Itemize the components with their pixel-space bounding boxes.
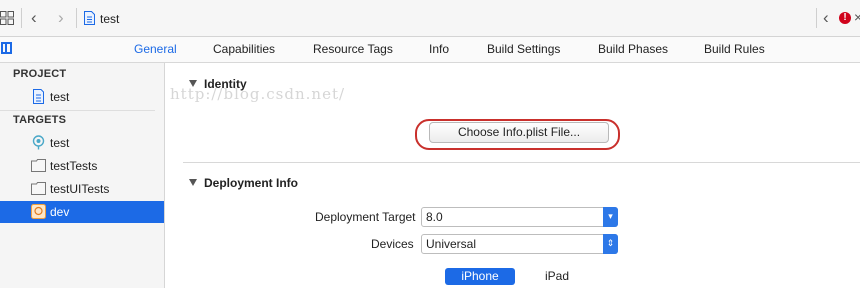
deployment-target-value: 8.0 bbox=[426, 210, 443, 224]
project-navigator: PROJECT test TARGETS test testTests test… bbox=[0, 63, 165, 288]
devices-value: Universal bbox=[426, 237, 477, 251]
sidebar-item-label: testTests bbox=[50, 159, 98, 173]
toolbar-divider bbox=[816, 8, 817, 28]
sidebar-divider bbox=[0, 110, 155, 111]
toolbar-divider bbox=[76, 8, 77, 28]
tab-info[interactable]: Info bbox=[429, 42, 449, 56]
folder-icon bbox=[31, 159, 46, 172]
chevron-left-icon[interactable]: ‹ bbox=[31, 9, 37, 27]
toolbar-divider bbox=[21, 8, 22, 28]
sidebar-item-label: dev bbox=[50, 205, 70, 219]
deployment-target-combo[interactable]: 8.0 ▾ bbox=[421, 207, 618, 227]
deployment-target-label: Deployment Target bbox=[315, 210, 416, 224]
related-back-chevron-icon[interactable]: ‹ bbox=[823, 9, 829, 27]
deployment-section-title: Deployment Info bbox=[204, 176, 299, 190]
tab-resource-tags[interactable]: Resource Tags bbox=[313, 42, 393, 56]
chevron-right-icon[interactable]: › bbox=[58, 9, 64, 27]
app-target-icon bbox=[32, 135, 45, 150]
sidebar-item-label: test bbox=[50, 136, 70, 150]
sidebar-item-target-test[interactable]: test bbox=[0, 132, 164, 154]
segment-iphone[interactable]: iPhone bbox=[445, 268, 515, 285]
error-icon[interactable]: ! bbox=[839, 12, 851, 24]
close-icon[interactable]: × bbox=[854, 9, 860, 25]
sidebar-item-label: test bbox=[50, 90, 70, 104]
project-file-icon bbox=[33, 89, 44, 104]
devices-select[interactable]: Universal ⇕ bbox=[421, 234, 618, 254]
project-section-header: PROJECT bbox=[13, 68, 67, 80]
sidebar-item-project-test[interactable]: test bbox=[0, 86, 164, 108]
segment-ipad[interactable]: iPad bbox=[545, 268, 569, 285]
tab-capabilities[interactable]: Capabilities bbox=[213, 42, 275, 56]
devices-label: Devices bbox=[371, 237, 414, 251]
tab-build-settings[interactable]: Build Settings bbox=[487, 42, 560, 56]
grid-icon[interactable] bbox=[0, 11, 14, 25]
navigation-bar: ‹ › test ‹ ! × bbox=[0, 0, 860, 37]
app-target-icon bbox=[31, 204, 46, 219]
sidebar-item-target-testtests[interactable]: testTests bbox=[0, 155, 164, 177]
disclosure-triangle-icon[interactable] bbox=[189, 179, 197, 186]
folder-icon bbox=[31, 182, 46, 195]
section-divider bbox=[183, 162, 860, 163]
choose-info-plist-button[interactable]: Choose Info.plist File... bbox=[429, 122, 609, 143]
tab-build-rules[interactable]: Build Rules bbox=[704, 42, 765, 56]
sidebar-item-target-dev[interactable]: dev bbox=[0, 201, 164, 223]
sidebar-item-label: testUITests bbox=[50, 182, 110, 196]
targets-section-header: TARGETS bbox=[13, 114, 67, 126]
tab-build-phases[interactable]: Build Phases bbox=[598, 42, 668, 56]
document-title[interactable]: test bbox=[100, 12, 119, 26]
tab-general[interactable]: General bbox=[134, 42, 177, 56]
editor-tab-bar: General Capabilities Resource Tags Info … bbox=[0, 37, 860, 63]
swift-file-icon bbox=[84, 11, 95, 25]
watermark-text: http://blog.csdn.net/ bbox=[170, 85, 346, 103]
up-down-arrows-icon[interactable]: ⇕ bbox=[603, 234, 618, 254]
sidebar-toggle-icon[interactable] bbox=[1, 42, 12, 54]
chevron-down-icon[interactable]: ▾ bbox=[603, 207, 618, 227]
sidebar-item-target-testuitests[interactable]: testUITests bbox=[0, 178, 164, 200]
